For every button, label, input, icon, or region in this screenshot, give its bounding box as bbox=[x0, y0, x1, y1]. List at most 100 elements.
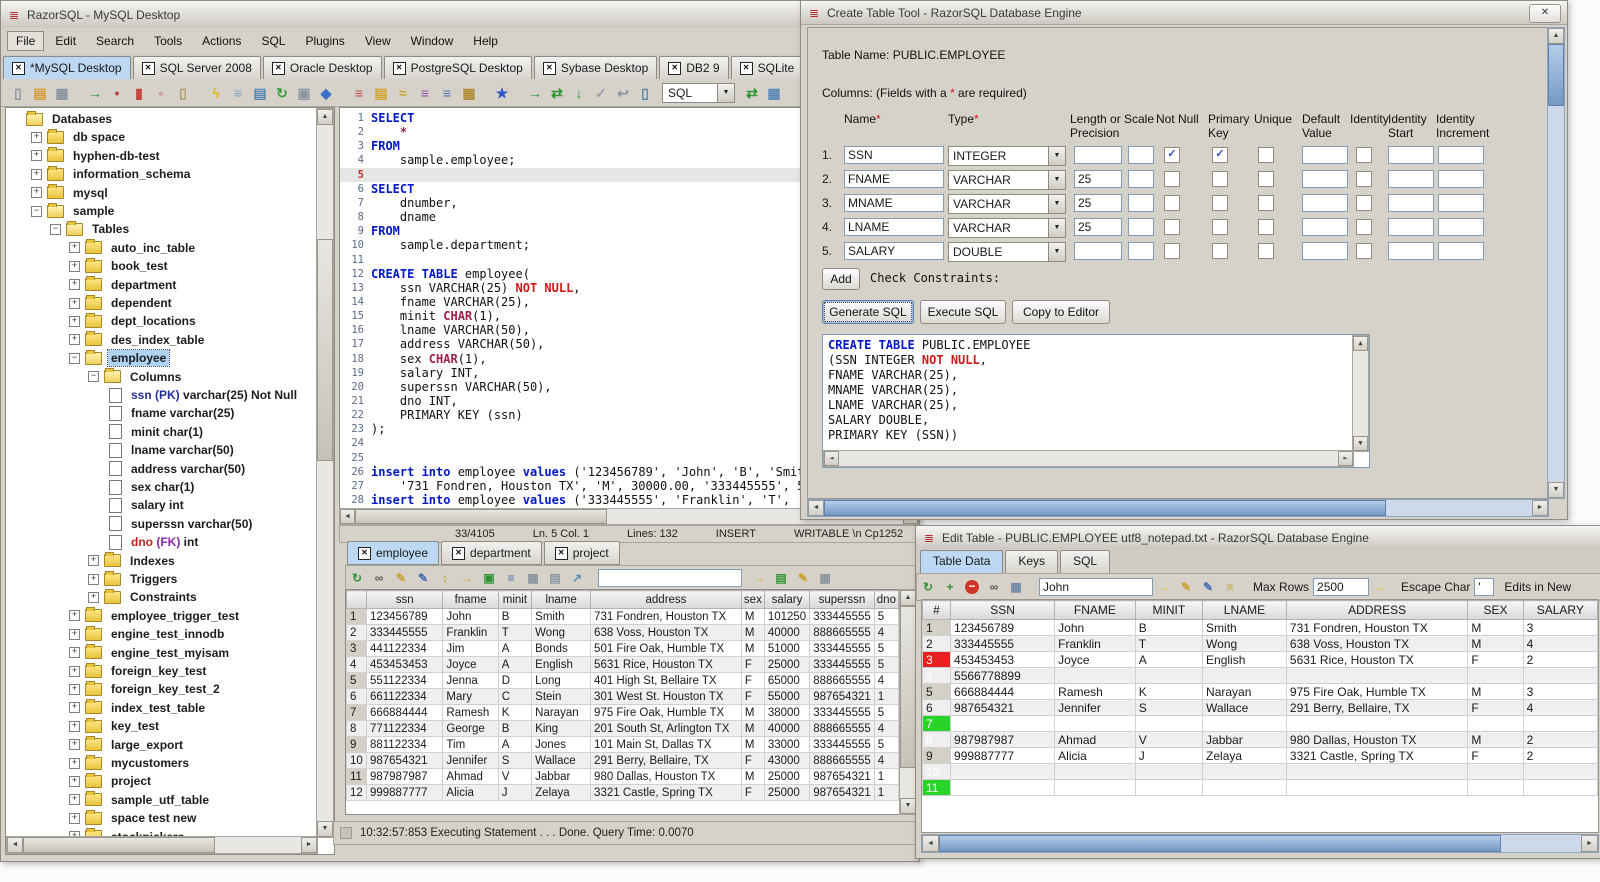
row-number-cell[interactable]: 3 bbox=[922, 651, 952, 668]
collapse-icon[interactable]: − bbox=[31, 205, 42, 217]
result-cell[interactable]: 25000 bbox=[763, 768, 811, 785]
row-number-cell[interactable]: 8 bbox=[922, 731, 952, 748]
result-cell[interactable]: B bbox=[497, 720, 533, 737]
result-cell[interactable]: M bbox=[740, 704, 765, 721]
edit-table-cell[interactable]: T bbox=[1134, 635, 1204, 652]
close-tab-icon[interactable]: ✕ bbox=[12, 61, 25, 75]
tree-item-databases[interactable]: Databases bbox=[6, 110, 115, 128]
edit-table-cell[interactable] bbox=[1522, 763, 1598, 780]
result-row[interactable]: 10 987654321 Jennifer S Wallace 291 Berry, Be… bbox=[346, 752, 899, 769]
edit-table-cell[interactable]: 333445555 bbox=[950, 635, 1056, 652]
result-cell[interactable]: Jim bbox=[442, 640, 499, 657]
result-cell[interactable]: 4 bbox=[873, 624, 899, 641]
result-cell[interactable]: C bbox=[497, 688, 533, 705]
edit-table-cell[interactable]: B bbox=[1134, 619, 1204, 636]
escape-char-input[interactable]: ' bbox=[1474, 578, 1495, 596]
expand-icon[interactable]: + bbox=[69, 260, 80, 272]
edit-column-header[interactable]: SALARY bbox=[1522, 600, 1598, 620]
result-column-header[interactable]: lname bbox=[531, 590, 592, 609]
row-number-cell[interactable]: 7 bbox=[922, 715, 952, 732]
length-precision-input[interactable]: 25 bbox=[1074, 170, 1122, 188]
tab-keys[interactable]: Keys bbox=[1005, 550, 1059, 573]
expand-icon[interactable]: + bbox=[31, 131, 42, 143]
result-cell[interactable]: Long bbox=[531, 672, 592, 689]
auto-commit-icon[interactable]: ⇄ bbox=[742, 83, 762, 103]
row-number-cell[interactable]: 6 bbox=[346, 688, 367, 705]
fetch-icon[interactable]: ↓ bbox=[569, 83, 589, 103]
result-cell[interactable]: 65000 bbox=[763, 672, 811, 689]
results-scroll-thumb[interactable] bbox=[900, 606, 916, 768]
edit-hscroll-thumb[interactable] bbox=[939, 835, 1501, 852]
row-number-cell[interactable]: 8 bbox=[346, 720, 367, 737]
result-cell[interactable]: M bbox=[740, 768, 765, 785]
edit-table-cell[interactable]: 2 bbox=[1522, 747, 1598, 764]
expand-icon[interactable]: + bbox=[69, 794, 80, 806]
close-tab-icon[interactable]: ✕ bbox=[668, 61, 682, 75]
edit-table-cell[interactable]: 731 Fondren, Houston TX bbox=[1285, 619, 1469, 636]
refresh-grid-icon[interactable]: ▤ bbox=[772, 569, 790, 587]
tree-item-db-space[interactable]: + db space bbox=[6, 128, 128, 146]
add-row-icon[interactable]: + bbox=[941, 578, 959, 596]
result-column-header[interactable]: minit bbox=[497, 590, 533, 609]
result-cell[interactable]: Jennifer bbox=[442, 752, 499, 769]
edit-table-cell[interactable]: 2 bbox=[1522, 731, 1598, 748]
tree-scroll-thumb[interactable] bbox=[317, 239, 333, 461]
result-cell[interactable]: 888665555 bbox=[809, 672, 875, 689]
row-number-cell[interactable]: 3 bbox=[346, 640, 367, 657]
edit-table-cell[interactable] bbox=[1134, 763, 1204, 780]
edit-table-cell[interactable] bbox=[1285, 667, 1469, 684]
edit-table-cell[interactable]: 4 bbox=[1522, 699, 1598, 716]
scroll-left-icon[interactable]: ◄ bbox=[922, 835, 939, 852]
undo-icon[interactable]: ↩ bbox=[613, 83, 633, 103]
describe-table-icon[interactable]: ≡ bbox=[228, 83, 248, 103]
result-cell[interactable]: 638 Voss, Houston TX bbox=[590, 624, 742, 641]
column-type-select[interactable]: DOUBLE ▼ bbox=[948, 242, 1066, 262]
row-number-cell[interactable]: 4 bbox=[346, 656, 367, 673]
tree-item-foreign-key-test-2[interactable]: + foreign_key_test_2 bbox=[6, 680, 223, 698]
edit-table-cell[interactable]: 987987987 bbox=[950, 731, 1056, 748]
default-value-input[interactable] bbox=[1302, 146, 1348, 164]
identity-increment-input[interactable] bbox=[1438, 170, 1484, 188]
execute-sql-icon[interactable]: → bbox=[525, 83, 545, 103]
edit-table-cell[interactable]: F bbox=[1467, 651, 1524, 668]
rollback-icon[interactable]: ◦ bbox=[151, 83, 171, 103]
chevron-down-icon[interactable]: ▼ bbox=[1048, 171, 1065, 189]
row-number-cell[interactable]: 2 bbox=[346, 624, 367, 641]
result-cell[interactable]: 881122334 bbox=[365, 736, 444, 753]
result-cell[interactable]: 40000 bbox=[763, 720, 811, 737]
connection-tab-db2-9[interactable]: ✕ DB2 9 bbox=[659, 56, 729, 79]
edit-table-cell[interactable]: M bbox=[1467, 731, 1524, 748]
result-cell[interactable]: 4 bbox=[873, 720, 899, 737]
not-null-checkbox[interactable]: ✓ bbox=[1164, 147, 1180, 163]
row-number-cell[interactable]: 2 bbox=[922, 635, 952, 652]
result-cell[interactable]: M bbox=[740, 624, 765, 641]
expand-icon[interactable]: + bbox=[31, 187, 42, 199]
result-column-header[interactable]: fname bbox=[442, 590, 499, 609]
close-window-icon[interactable]: ✕ bbox=[1529, 4, 1561, 23]
view-blob-icon[interactable]: ▦ bbox=[524, 569, 542, 587]
scale-input[interactable] bbox=[1128, 146, 1154, 164]
column-type-select[interactable]: VARCHAR ▼ bbox=[948, 194, 1066, 214]
default-value-input[interactable] bbox=[1302, 218, 1348, 236]
primary-key-checkbox[interactable] bbox=[1212, 219, 1228, 235]
tree-item[interactable]: dno (FK) int bbox=[6, 533, 201, 551]
scroll-up-icon[interactable]: ▲ bbox=[1353, 336, 1368, 351]
result-cell[interactable]: T bbox=[497, 624, 533, 641]
close-tab-icon[interactable]: ✕ bbox=[358, 546, 371, 560]
edit-table-cell[interactable]: Narayan bbox=[1202, 683, 1287, 700]
scroll-up-icon[interactable]: ▲ bbox=[1548, 28, 1564, 44]
tree-vertical-scrollbar[interactable]: ▲ ▼ bbox=[316, 108, 334, 838]
edit-table-cell[interactable] bbox=[1054, 667, 1136, 684]
default-value-input[interactable] bbox=[1302, 170, 1348, 188]
row-number-cell[interactable]: 5 bbox=[346, 672, 367, 689]
connection-tab-sybase-desktop[interactable]: ✕ Sybase Desktop bbox=[533, 56, 658, 79]
tree-item-engine-test-innodb[interactable]: + engine_test_innodb bbox=[6, 625, 227, 643]
create-table-titlebar[interactable]: ≣ Create Table Tool - RazorSQL Database … bbox=[801, 1, 1567, 25]
delete-row-icon[interactable]: − bbox=[965, 580, 979, 594]
edit-table-cell[interactable] bbox=[1522, 667, 1598, 684]
expand-icon[interactable]: + bbox=[69, 279, 80, 291]
edit-column-header[interactable]: SEX bbox=[1467, 600, 1524, 620]
expand-icon[interactable]: + bbox=[69, 812, 80, 824]
scale-input[interactable] bbox=[1128, 218, 1154, 236]
result-cell[interactable]: 453453453 bbox=[365, 656, 444, 673]
